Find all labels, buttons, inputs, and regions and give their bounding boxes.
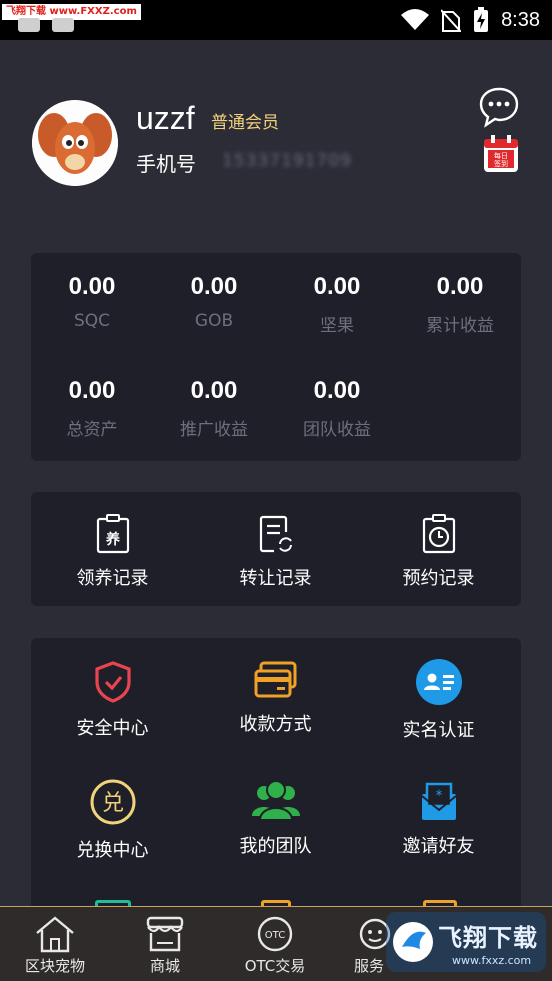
stat-value: 0.00 xyxy=(190,377,238,404)
transfer-record-icon xyxy=(259,515,292,553)
battery-charging-icon xyxy=(474,7,489,32)
team-icon xyxy=(251,780,300,821)
record-label: 预约记录 xyxy=(402,568,475,589)
my-team-button[interactable]: 我的团队 xyxy=(194,778,357,858)
security-center-button[interactable]: 安全中心 xyxy=(31,660,194,740)
svg-text:*: * xyxy=(435,788,442,804)
id-card-icon xyxy=(415,659,462,705)
adopt-record-button[interactable]: 养 领养记录 xyxy=(31,514,194,590)
svg-text:签到: 签到 xyxy=(494,159,508,168)
stat-referral-earnings: 0.00 推广收益 xyxy=(153,377,275,440)
nav-item-store[interactable]: 商城 xyxy=(110,915,220,976)
stat-label: 团队收益 xyxy=(303,420,371,440)
reservation-record-icon xyxy=(422,514,455,554)
status-bar: 飞翔下载 www.FXXZ.com 8:38 xyxy=(0,0,552,40)
stat-label: 累计收益 xyxy=(426,316,494,336)
adopt-record-icon: 养 xyxy=(96,514,129,554)
invite-friends-button[interactable]: * 邀请好友 xyxy=(357,780,520,858)
phone-value: 15337191709 xyxy=(222,151,352,171)
reservation-record-button[interactable]: 预约记录 xyxy=(357,514,520,590)
stat-nuts: 0.00 坚果 xyxy=(276,273,398,336)
service-label: 安全中心 xyxy=(76,718,149,739)
stat-sqc: 0.00 SQC xyxy=(31,273,153,331)
adopt-glyph: 养 xyxy=(105,531,121,548)
records-card: 养 领养记录 转让记录 预约记录 xyxy=(31,492,521,606)
notification-icon xyxy=(52,18,74,32)
service-label: 实名认证 xyxy=(402,720,475,741)
card-icon xyxy=(254,661,296,698)
home-icon xyxy=(36,916,74,953)
stat-value: 0.00 xyxy=(313,377,361,404)
nav-item-otc[interactable]: OTC OTC交易 xyxy=(220,915,330,976)
exchange-glyph: 兑 xyxy=(101,791,123,816)
watermark-url: www.fxxz.com xyxy=(452,954,532,967)
stat-cumulative-earnings: 0.00 累计收益 xyxy=(399,273,521,336)
member-level-badge: 普通会员 xyxy=(211,113,279,133)
nav-label: OTC交易 xyxy=(244,957,306,975)
message-icon[interactable] xyxy=(478,86,520,128)
notification-icon xyxy=(18,18,40,32)
services-card: 安全中心 收款方式 实名认证 兑 兑换中心 我的团队 * 邀请好友 xyxy=(31,638,521,918)
stat-value: 0.00 xyxy=(313,273,361,300)
avatar[interactable] xyxy=(32,100,118,186)
payment-method-button[interactable]: 收款方式 xyxy=(194,660,357,736)
nav-item-block-pet[interactable]: 区块宠物 xyxy=(0,915,110,976)
record-label: 领养记录 xyxy=(76,568,149,589)
exchange-icon: 兑 xyxy=(90,779,135,825)
stat-value: 0.00 xyxy=(190,273,238,300)
exchange-center-button[interactable]: 兑 兑换中心 xyxy=(31,778,194,862)
service-label: 我的团队 xyxy=(239,836,312,857)
phone-label: 手机号 xyxy=(136,152,196,176)
record-label: 转让记录 xyxy=(239,568,312,589)
stat-team-earnings: 0.00 团队收益 xyxy=(276,377,398,440)
otc-icon: OTC xyxy=(257,916,293,952)
shield-icon xyxy=(94,661,131,703)
invite-icon: * xyxy=(420,782,457,820)
store-icon xyxy=(146,916,184,952)
service-label: 收款方式 xyxy=(239,714,312,735)
stat-label: GOB xyxy=(194,311,234,331)
watermark-title: 飞翔下载 xyxy=(438,924,538,952)
svg-text:每日: 每日 xyxy=(494,151,508,160)
otc-badge: OTC xyxy=(265,930,285,941)
wifi-icon xyxy=(401,9,430,30)
daily-sign-in-icon[interactable]: 每日 签到 xyxy=(482,134,520,174)
service-label: 兑换中心 xyxy=(76,840,149,861)
stat-label: 总资产 xyxy=(66,420,118,440)
assets-summary-card: 0.00 SQC 0.00 GOB 0.00 坚果 0.00 累计收益 0.00… xyxy=(31,253,521,461)
nav-label: 商城 xyxy=(149,957,180,975)
stat-label: 推广收益 xyxy=(180,420,248,440)
stat-label: SQC xyxy=(73,311,111,331)
clock: 8:38 xyxy=(501,8,540,31)
stat-label: 坚果 xyxy=(320,316,354,336)
stat-value: 0.00 xyxy=(68,273,116,300)
watermark-icon xyxy=(393,922,433,962)
username: uzzf xyxy=(136,100,195,136)
stat-value: 0.00 xyxy=(436,273,484,300)
service-label: 邀请好友 xyxy=(402,836,475,857)
nav-label: 区块宠物 xyxy=(24,957,85,975)
stat-value: 0.00 xyxy=(68,377,116,404)
real-name-auth-button[interactable]: 实名认证 xyxy=(357,658,520,742)
stat-gob: 0.00 GOB xyxy=(153,273,275,331)
stat-total-assets: 0.00 总资产 xyxy=(31,377,153,440)
transfer-record-button[interactable]: 转让记录 xyxy=(194,514,357,590)
no-sim-icon xyxy=(441,9,462,32)
